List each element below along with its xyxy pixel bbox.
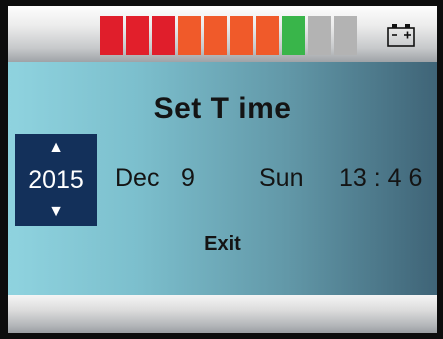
battery-segment <box>230 16 253 55</box>
status-bar <box>8 6 437 62</box>
set-time-panel: Set T ime ▲ 2015 ▼ Dec 9 Sun 13 : 4 6 Ex… <box>8 62 437 295</box>
battery-segment <box>152 16 175 55</box>
device-frame: Set T ime ▲ 2015 ▼ Dec 9 Sun 13 : 4 6 Ex… <box>0 0 443 339</box>
month-field[interactable]: Dec <box>115 164 159 193</box>
battery-segment <box>100 16 123 55</box>
exit-button[interactable]: Exit <box>8 233 437 256</box>
up-arrow-icon[interactable]: ▲ <box>15 140 97 156</box>
battery-segment <box>334 16 357 55</box>
battery-segment <box>126 16 149 55</box>
weekday-field[interactable]: Sun <box>259 164 303 193</box>
year-selector[interactable]: ▲ 2015 ▼ <box>15 134 97 226</box>
battery-segment <box>282 16 305 55</box>
battery-level-bar <box>100 16 360 55</box>
battery-icon <box>387 24 415 47</box>
battery-segment <box>256 16 279 55</box>
display-screen: Set T ime ▲ 2015 ▼ Dec 9 Sun 13 : 4 6 Ex… <box>8 6 437 333</box>
time-field[interactable]: 13 : 4 6 <box>339 164 422 193</box>
year-value: 2015 <box>28 166 84 194</box>
down-arrow-icon[interactable]: ▼ <box>15 204 97 220</box>
day-field[interactable]: 9 <box>181 164 195 193</box>
battery-segment <box>178 16 201 55</box>
footer-bar <box>8 295 437 333</box>
battery-segment <box>308 16 331 55</box>
page-title: Set T ime <box>153 92 292 125</box>
battery-segment <box>204 16 227 55</box>
